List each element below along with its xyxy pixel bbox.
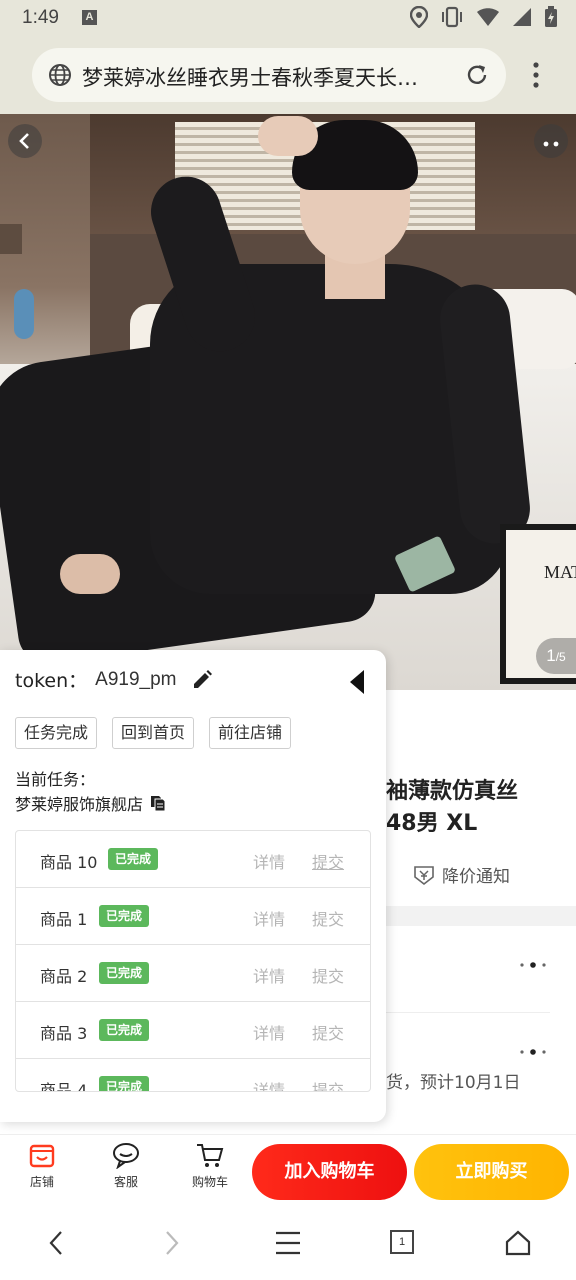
status-badge: 已完成 [99,962,150,984]
status-badge: 已完成 [99,1076,150,1091]
task-name: 商品 2 [40,967,88,986]
forward-icon[interactable] [160,1228,184,1258]
browser-toolbar: 梦莱婷冰丝睡衣男士春秋季夏天长… [0,38,576,114]
store-icon [29,1144,55,1168]
task-detail-link[interactable]: 详情 [253,963,285,987]
product-title-line2: 48男 XL [386,811,478,836]
task-detail-link[interactable]: 详情 [253,1020,285,1044]
task-submit-link[interactable]: 提交 [312,906,344,930]
current-task: 梦莱婷服饰旗舰店 [15,791,167,815]
location-icon [410,6,428,28]
chevron-left-icon [19,133,29,149]
more-dots-icon[interactable] [518,1047,548,1057]
frame-text: MAT [544,562,576,582]
menu-icon[interactable] [274,1228,302,1258]
cart-button[interactable]: 购物车 [180,1141,240,1190]
task-name: 商品 10 [40,853,98,872]
task-row: 商品 10 已完成 详情 提交 [16,831,370,888]
task-row: 商品 4 已完成 详情 提交 [16,1059,370,1092]
store-label: 店铺 [29,1175,54,1189]
status-time: 1:49 [22,7,59,28]
copy-icon[interactable] [149,794,167,812]
price-notify-label: 降价通知 [442,867,510,887]
image-page-indicator: 1/5 [536,638,576,674]
cart-icon [197,1144,224,1167]
product-title-line1: 袖薄款仿真丝 [386,779,519,804]
panel-button-row: 任务完成 回到首页 前往店铺 [15,717,292,749]
service-label: 客服 [113,1175,138,1189]
system-nav-bar: 1 [0,1208,576,1280]
home-icon[interactable] [504,1228,532,1258]
price-notify-button[interactable]: 降价通知 [412,862,510,887]
battery-icon [545,6,557,27]
chat-icon [113,1143,139,1169]
goto-store-button[interactable]: 前往店铺 [209,717,292,749]
status-bar: 1:49 A [0,0,576,38]
status-badge: 已完成 [99,1019,150,1041]
task-list: 商品 10 已完成 详情 提交 商品 1 已完成 详情 提交 商品 2 已完成 … [15,830,371,1092]
tabs-button[interactable]: 1 [390,1230,414,1254]
status-badge: 已完成 [99,905,150,927]
url-text[interactable]: 梦莱婷冰丝睡衣男士春秋季夏天长… [82,62,452,92]
shipping-text: 货，预计10月1日 [386,1073,521,1093]
price-tag-icon [414,865,434,885]
more-button[interactable] [534,124,568,158]
collapse-panel-icon[interactable] [348,668,366,696]
token-label: token： [15,670,88,692]
globe-icon [49,64,71,86]
wifi-icon [477,8,499,26]
task-submit-link[interactable]: 提交 [312,963,344,987]
task-submit-link[interactable]: 提交 [312,849,344,873]
edit-icon[interactable] [190,668,214,692]
task-name: 商品 3 [40,1024,88,1043]
task-name: 商品 1 [40,910,88,929]
notification-icon: A [82,10,97,25]
store-button[interactable]: 店铺 [12,1141,72,1190]
current-task-store: 梦莱婷服饰旗舰店 [15,795,144,814]
status-badge: 已完成 [108,848,159,870]
reload-icon[interactable] [464,62,490,88]
vibrate-icon [442,6,462,28]
token-row: token： A919_pm [15,666,214,693]
task-row: 商品 1 已完成 详情 提交 [16,888,370,945]
task-submit-link[interactable]: 提交 [312,1020,344,1044]
task-name: 商品 4 [40,1081,88,1092]
service-button[interactable]: 客服 [96,1141,156,1190]
back-icon[interactable] [44,1228,68,1258]
home-button[interactable]: 回到首页 [112,717,195,749]
token-value: A919_pm [95,668,177,690]
bottom-action-bar: 店铺 客服 购物车 加入购物车 立即购买 [0,1134,576,1208]
task-panel: token： A919_pm 任务完成 回到首页 前往店铺 当前任务： 梦莱婷服… [0,650,386,1122]
task-done-button[interactable]: 任务完成 [15,717,98,749]
page-current: 1 [546,646,556,665]
more-dots-icon[interactable] [518,960,548,970]
buy-now-button[interactable]: 立即购买 [414,1144,569,1200]
task-detail-link[interactable]: 详情 [253,906,285,930]
address-bar[interactable]: 梦莱婷冰丝睡衣男士春秋季夏天长… [32,48,506,102]
task-detail-link[interactable]: 详情 [253,1077,285,1091]
add-to-cart-button[interactable]: 加入购物车 [252,1144,407,1200]
cart-label: 购物车 [191,1175,228,1189]
task-row: 商品 3 已完成 详情 提交 [16,1002,370,1059]
product-title: 袖薄款仿真丝 48男 XL [386,776,576,840]
signal-icon [513,8,531,26]
current-task-label: 当前任务： [15,770,96,789]
more-horiz-icon [543,141,559,147]
status-icons [410,6,558,28]
back-button[interactable] [8,124,42,158]
task-detail-link[interactable]: 详情 [253,849,285,873]
task-submit-link[interactable]: 提交 [312,1077,344,1091]
task-row: 商品 2 已完成 详情 提交 [16,945,370,1002]
product-image[interactable]: MAT 1/5 [0,114,576,690]
page-total: /5 [555,650,566,664]
more-vert-icon[interactable] [533,62,539,88]
